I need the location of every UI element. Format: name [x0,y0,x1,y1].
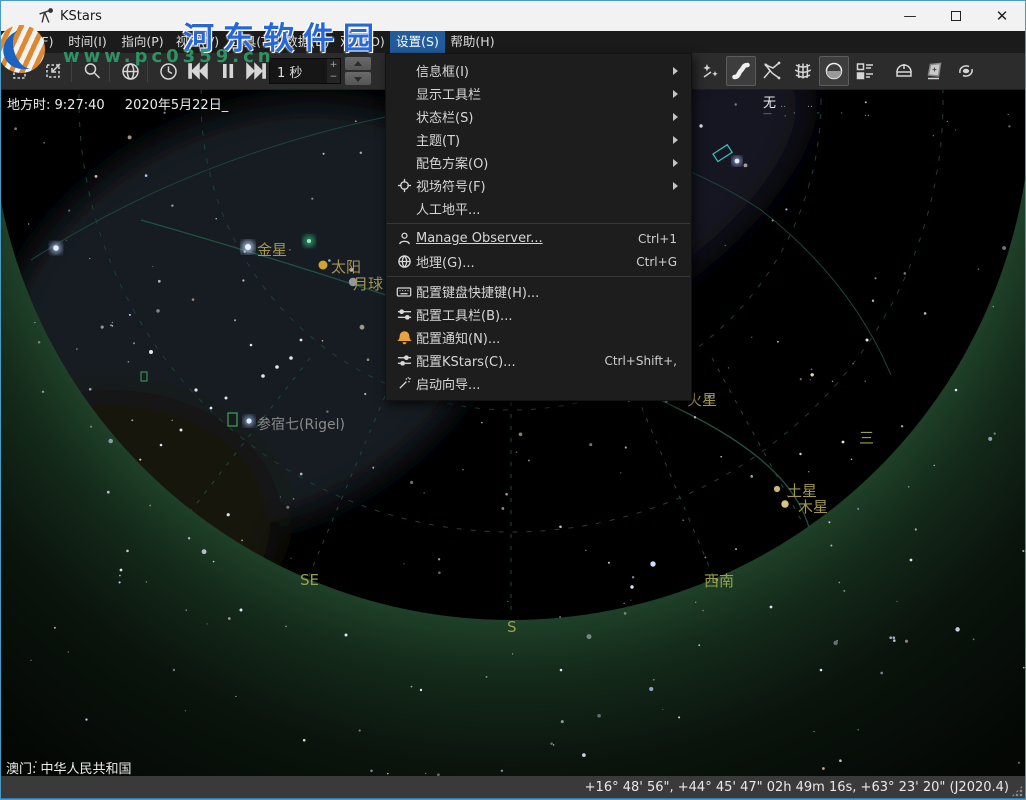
close-button[interactable]: ✕ [979,1,1025,31]
maximize-button[interactable] [933,1,979,31]
keyboard-icon [392,283,416,301]
constellation-label: 三 [859,427,874,448]
geo-info-box[interactable]: 澳门: 中华人民共和国 · ·· ˉ· · · · · [6,758,155,776]
timestep-stepper[interactable]: +− [327,59,340,83]
globe-icon [392,253,416,271]
menu-item-configure-notifications[interactable]: 配置通知(N)... [386,326,691,349]
kstars-app-icon [37,8,54,25]
galaxy-icon [955,60,977,82]
titlebar: KStars — ✕ [1,1,1025,31]
menu-item-color-schemes[interactable]: 配色方案(O) [386,151,691,174]
settings-dropdown-menu: 信息框(I) 显示工具栏 状态栏(S) 主题(T) 配色方案(O) 视场符号(F… [385,53,692,401]
observatory-dome-button[interactable] [889,56,919,86]
submenu-arrow-icon [673,158,683,168]
menu-item-theme[interactable]: 主题(T) [386,128,691,151]
timestep-down-button[interactable] [345,72,371,85]
zoom-out-icon [43,61,64,82]
submenu-arrow-icon [673,89,683,99]
horizon-icon [823,60,845,82]
kstars-window: KStars — ✕ 文件(F) 时间(I) 指向(P) 视图(V) 工具(T)… [0,0,1026,800]
menu-help[interactable]: 帮助(H) [445,31,500,53]
statusbar-coordinates: +16° 48' 56", +44° 45' 47" 02h 49m 16s, … [585,780,1025,795]
menu-item-geographic[interactable]: 地理(G)... Ctrl+G [386,250,691,273]
satellites-button[interactable] [920,56,950,86]
planet-label-moon[interactable]: 月球 [353,273,383,294]
stars-icon [699,60,721,82]
timestep-up-button[interactable] [345,57,371,70]
submenu-arrow-icon [673,181,683,191]
submenu-arrow-icon [673,112,683,122]
menu-item-configure-shortcuts[interactable]: 配置键盘快捷键(H)... [386,280,691,303]
menu-item-info-boxes[interactable]: 信息框(I) [386,59,691,82]
menu-item-show-toolbars[interactable]: 显示工具栏 [386,82,691,105]
wand-icon [392,375,416,393]
toggle-infoboxes-button[interactable] [850,56,880,86]
menu-item-configure-kstars[interactable]: 配置KStars(C)... Ctrl+Shift+, [386,349,691,372]
submenu-arrow-icon [673,66,683,76]
menu-item-fov-symbols[interactable]: 视场符号(F) [386,174,691,197]
milky-way-icon [730,60,752,82]
person-icon [392,230,416,248]
statusbar: +16° 48' 56", +44° 45' 47" 02h 49m 16s, … [1,776,1025,798]
watermark-site-url: www.pc0359.cn [63,46,275,67]
time-info-box[interactable]: 地方时: 9:27:40 2020年5月22日_ [7,94,228,113]
menu-settings[interactable]: 设置(S) [390,31,445,53]
toggle-coordinate-grid-button[interactable] [788,56,818,86]
menu-item-artificial-horizon[interactable]: 人工地平... [386,197,691,220]
window-title: KStars [60,9,102,24]
planet-label-jupiter[interactable]: 木星 [798,496,828,517]
menu-item-manage-observer[interactable]: Manage Observer... Ctrl+1 [386,227,691,250]
constellation-lines-icon [761,60,783,82]
maximize-icon [951,11,961,21]
galaxies-button[interactable] [951,56,981,86]
fov-target-icon [392,177,416,195]
focus-info-box[interactable]: 无 ‥ ‥ — · · · ‥ [763,92,879,119]
sliders-icon [392,352,416,370]
bell-icon [392,329,416,347]
direction-label-s: S [507,618,517,636]
menu-separator [387,223,690,224]
toggle-stars-button[interactable] [695,56,725,86]
observatory-dome-icon [893,60,915,82]
menu-item-configure-toolbars[interactable]: 配置工具栏(B)... [386,303,691,326]
menu-item-startup-wizard[interactable]: 启动向导... [386,372,691,395]
toggle-milkyway-button[interactable] [726,56,756,86]
info-boxes-icon [854,60,876,82]
planet-label-venus[interactable]: 金星 [257,239,287,260]
satellite-flag-icon [924,60,946,82]
timestep-input[interactable]: 1 秒 +− [269,58,341,84]
star-label-rigel[interactable]: 参宿七(Rigel) [257,414,345,434]
minimize-button[interactable]: — [887,1,933,31]
menu-item-statusbar[interactable]: 状态栏(S) [386,105,691,128]
submenu-arrow-icon [673,135,683,145]
toggle-ground-button[interactable] [819,56,849,86]
menu-separator [387,276,690,277]
sliders-icon [392,306,416,324]
direction-label-se: SE [300,571,319,589]
toggle-constellation-lines-button[interactable] [757,56,787,86]
direction-label-sw: 西南 [704,570,734,591]
coordinate-grid-icon [792,60,814,82]
